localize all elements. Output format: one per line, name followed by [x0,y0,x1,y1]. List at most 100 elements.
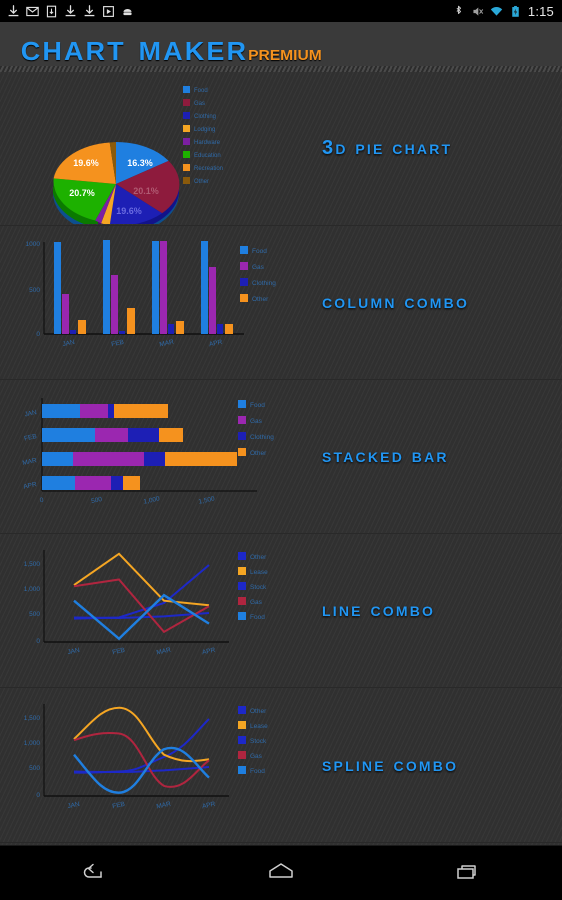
chart-type-list[interactable]: 16.3% 20.1% 19.6% 20.7% 19.6% Food Gas C… [0,72,562,845]
svg-text:FEB: FEB [24,433,38,442]
svg-text:1,500: 1,500 [24,561,41,568]
status-bar-clock: 1:15 [527,3,554,19]
status-bar-notifications [0,4,134,18]
svg-text:19.6%: 19.6% [73,158,99,168]
svg-text:0: 0 [36,792,40,799]
svg-text:Lodging: Lodging [194,127,215,133]
svg-text:Other: Other [194,179,209,185]
spline-chart-thumbnail: 1,500 1,000 500 0 JAN FEB MAR APR Other [0,690,312,840]
app-title-premium: premium [248,39,322,65]
svg-text:Stock: Stock [250,738,267,745]
download-icon [65,4,76,16]
svg-text:Gas: Gas [250,753,263,760]
android-navigation-bar [0,845,562,900]
svg-text:APR: APR [201,646,216,656]
recents-icon [457,865,477,879]
list-item-title: Stacked Bar [322,445,449,467]
svg-text:JAN: JAN [67,801,81,810]
svg-text:Gas: Gas [250,418,263,425]
list-item-spline-combo[interactable]: 1,500 1,000 500 0 JAN FEB MAR APR Other [0,688,562,843]
column-chart-thumbnail: 1000 500 0 JAN FEB MAR APR Food Gas Clot… [0,228,312,378]
back-button[interactable] [49,851,139,896]
pie-chart-thumbnail: 16.3% 20.1% 19.6% 20.7% 19.6% Food Gas C… [0,74,312,224]
recents-button[interactable] [423,851,513,896]
stacked-bar-thumbnail: JAN FEB MAR APR 0 500 1,000 1,500 Food G… [0,382,312,532]
svg-text:0: 0 [36,638,40,645]
svg-text:500: 500 [91,495,103,504]
svg-text:FEB: FEB [112,646,126,655]
app-header: Chart Maker premium [0,22,562,72]
home-button[interactable] [236,851,326,896]
list-item-title: Line Combo [322,599,436,621]
svg-text:Other: Other [250,450,267,457]
svg-text:APR: APR [208,338,223,348]
back-icon [83,863,102,878]
svg-text:1,000: 1,000 [143,495,161,505]
svg-text:Other: Other [250,708,267,715]
svg-text:MAR: MAR [156,801,172,811]
svg-text:FEB: FEB [112,801,126,810]
svg-text:Hardware: Hardware [194,140,221,146]
list-item-column-combo[interactable]: 1000 500 0 JAN FEB MAR APR Food Gas Clot… [0,226,562,380]
svg-text:APR: APR [23,481,38,491]
app-logo: Chart Maker premium [0,29,322,66]
svg-text:Food: Food [250,402,265,409]
svg-text:JAN: JAN [62,338,76,347]
battery-charging-icon [512,5,519,17]
svg-text:500: 500 [29,287,40,294]
svg-text:0: 0 [39,496,44,504]
svg-text:1,000: 1,000 [24,740,41,747]
svg-text:1,000: 1,000 [24,586,41,593]
svg-text:1,500: 1,500 [24,715,41,722]
svg-text:MAR: MAR [159,338,175,348]
svg-text:JAN: JAN [24,409,38,418]
mute-icon [473,6,484,16]
svg-text:20.1%: 20.1% [133,186,159,196]
home-icon [269,863,293,878]
line-chart-thumbnail: 1,500 1,000 500 0 JAN FEB MAR APR Other … [0,536,312,686]
gmail-icon [26,6,39,16]
list-item-line-combo[interactable]: 1,500 1,000 500 0 JAN FEB MAR APR Other … [0,534,562,688]
svg-text:Clothing: Clothing [194,114,216,120]
svg-text:16.3%: 16.3% [127,158,153,168]
svg-text:Recreation: Recreation [194,166,223,172]
status-bar: 1:15 [0,0,562,22]
svg-text:19.6%: 19.6% [116,206,142,216]
svg-text:Gas: Gas [194,101,205,107]
list-item-title: Column Combo [322,291,470,313]
svg-text:Clothing: Clothing [252,280,276,287]
play-store-icon [103,5,114,17]
svg-text:1,500: 1,500 [198,495,216,505]
svg-text:Food: Food [250,768,265,775]
svg-text:Other: Other [252,296,269,303]
list-item-pie-chart[interactable]: 16.3% 20.1% 19.6% 20.7% 19.6% Food Gas C… [0,72,562,226]
svg-text:Clothing: Clothing [250,434,274,441]
svg-text:Food: Food [194,88,208,94]
svg-text:JAN: JAN [67,646,81,655]
svg-text:Lease: Lease [250,723,268,730]
svg-text:20.7%: 20.7% [69,188,95,198]
android-icon [123,8,132,15]
svg-text:Stock: Stock [250,584,267,591]
download-icon [84,4,95,16]
svg-text:Lease: Lease [250,569,268,576]
svg-text:MAR: MAR [156,646,172,656]
svg-text:0: 0 [36,331,40,338]
list-item-title: 3D Pie Chart [322,137,453,159]
svg-text:500: 500 [29,611,40,618]
svg-text:FEB: FEB [111,338,125,347]
svg-text:1000: 1000 [26,241,41,248]
svg-text:Education: Education [194,153,221,159]
bluetooth-icon [456,5,461,14]
svg-text:Gas: Gas [252,264,265,271]
svg-text:500: 500 [29,765,40,772]
app-title: Chart Maker [20,26,249,68]
download-icon [8,4,19,16]
svg-text:Food: Food [250,614,265,621]
svg-text:Gas: Gas [250,599,263,606]
list-item-stacked-bar[interactable]: JAN FEB MAR APR 0 500 1,000 1,500 Food G… [0,380,562,534]
sim-card-icon [46,5,57,17]
svg-text:APR: APR [201,801,216,811]
svg-text:Other: Other [250,554,267,561]
svg-text:MAR: MAR [22,457,38,467]
